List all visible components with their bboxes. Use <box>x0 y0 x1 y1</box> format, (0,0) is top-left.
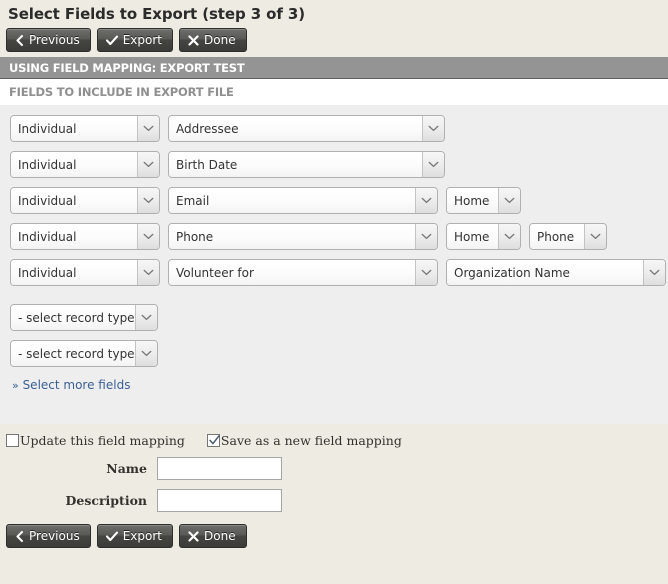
export-button-top[interactable]: Export <box>97 28 173 52</box>
chevron-down-icon <box>643 260 665 285</box>
chevron-down-icon <box>415 188 437 213</box>
done-button-bottom[interactable]: Done <box>179 524 247 548</box>
done-button-top[interactable]: Done <box>179 28 247 52</box>
chevron-down-icon <box>137 224 159 249</box>
field-select-5[interactable]: Volunteer for <box>168 259 438 286</box>
select-more-fields-label: Select more fields <box>23 378 131 392</box>
close-x-icon <box>188 35 199 46</box>
previous-button-top[interactable]: Previous <box>6 28 91 52</box>
chevron-left-icon <box>15 35 24 46</box>
field-select-1[interactable]: Addressee <box>168 115 445 142</box>
fields-include-header: FIELDS TO INCLUDE IN EXPORT FILE <box>0 79 668 105</box>
record-type-select-3[interactable]: Individual <box>10 187 160 214</box>
record-type-select-7[interactable]: - select record type - <box>10 340 158 367</box>
field-value-1: Addressee <box>169 116 422 141</box>
chevron-down-icon <box>422 116 444 141</box>
checkmark-icon <box>208 434 221 447</box>
export-button-label: Export <box>123 530 162 542</box>
save-new-field-mapping-checkbox[interactable] <box>207 434 220 447</box>
field-value-4: Phone <box>169 224 415 249</box>
record-type-select-6[interactable]: - select record type - <box>10 304 158 331</box>
previous-button-label: Previous <box>29 34 80 46</box>
field-subtype2-select-4[interactable]: Phone <box>529 223 607 250</box>
export-button-label: Export <box>123 34 162 46</box>
field-value-5: Volunteer for <box>169 260 415 285</box>
field-select-3[interactable]: Email <box>168 187 438 214</box>
record-type-value-1: Individual <box>11 116 137 141</box>
field-value-3: Email <box>169 188 415 213</box>
description-label: Description <box>0 493 157 508</box>
export-button-bottom[interactable]: Export <box>97 524 173 548</box>
update-field-mapping-checkbox[interactable] <box>6 434 19 447</box>
record-type-select-2[interactable]: Individual <box>10 151 160 178</box>
double-chevron-right-icon: » <box>12 379 19 392</box>
done-button-label: Done <box>204 530 236 542</box>
record-type-value-2: Individual <box>11 152 137 177</box>
chevron-down-icon <box>135 341 157 366</box>
chevron-down-icon <box>415 224 437 249</box>
field-mapping-header: USING FIELD MAPPING: EXPORT TEST <box>0 57 668 79</box>
row-spacer <box>0 295 668 304</box>
description-row: Description <box>0 489 668 512</box>
done-button-label: Done <box>204 34 236 46</box>
field-subtype-select-5[interactable]: Organization Name <box>446 259 666 286</box>
field-select-4[interactable]: Phone <box>168 223 438 250</box>
previous-button-bottom[interactable]: Previous <box>6 524 91 548</box>
field-subtype2-value-4: Phone <box>530 224 584 249</box>
chevron-down-icon <box>135 305 157 330</box>
page-title: Select Fields to Export (step 3 of 3) <box>0 0 668 24</box>
record-type-value-4: Individual <box>11 224 137 249</box>
previous-button-label: Previous <box>29 530 80 542</box>
record-type-value-6: - select record type - <box>11 305 135 330</box>
record-type-select-4[interactable]: Individual <box>10 223 160 250</box>
field-subtype-value-4: Home <box>447 224 498 249</box>
record-type-value-7: - select record type - <box>11 341 135 366</box>
record-type-select-1[interactable]: Individual <box>10 115 160 142</box>
field-row: Individual Volunteer for Organization Na… <box>0 259 668 286</box>
field-value-2: Birth Date <box>169 152 422 177</box>
chevron-down-icon <box>137 152 159 177</box>
chevron-down-icon <box>498 224 520 249</box>
check-icon <box>106 35 118 46</box>
field-subtype-value-3: Home <box>447 188 498 213</box>
fields-panel: Individual Addressee Individual Birth Da… <box>0 105 668 424</box>
chevron-down-icon <box>137 116 159 141</box>
name-input[interactable] <box>157 457 282 480</box>
chevron-down-icon <box>498 188 520 213</box>
field-row: Individual Phone Home Phone <box>0 223 668 250</box>
mapping-checkbox-row: Update this field mapping Save as a new … <box>0 433 668 448</box>
chevron-down-icon <box>584 224 606 249</box>
record-type-value-3: Individual <box>11 188 137 213</box>
field-row: Individual Email Home <box>0 187 668 214</box>
name-row: Name <box>0 457 668 480</box>
description-input[interactable] <box>157 489 282 512</box>
field-row: Individual Birth Date <box>0 151 668 178</box>
chevron-down-icon <box>137 188 159 213</box>
empty-field-row: - select record type - <box>0 340 668 367</box>
field-subtype-value-5: Organization Name <box>447 260 643 285</box>
save-new-field-mapping-label: Save as a new field mapping <box>221 433 402 448</box>
chevron-down-icon <box>137 260 159 285</box>
select-more-fields-link[interactable]: » Select more fields <box>0 376 668 392</box>
close-x-icon <box>188 531 199 542</box>
record-type-select-5[interactable]: Individual <box>10 259 160 286</box>
empty-field-row: - select record type - <box>0 304 668 331</box>
save-mapping-panel: Update this field mapping Save as a new … <box>0 424 668 548</box>
update-field-mapping-label: Update this field mapping <box>20 433 185 448</box>
chevron-down-icon <box>422 152 444 177</box>
chevron-left-icon <box>15 531 24 542</box>
chevron-down-icon <box>415 260 437 285</box>
check-icon <box>106 531 118 542</box>
record-type-value-5: Individual <box>11 260 137 285</box>
field-row: Individual Addressee <box>0 115 668 142</box>
field-subtype-select-3[interactable]: Home <box>446 187 521 214</box>
bottom-button-bar: Previous Export Done <box>0 512 668 548</box>
top-button-bar: Previous Export Done <box>0 24 668 52</box>
name-label: Name <box>0 461 157 476</box>
field-subtype-select-4[interactable]: Home <box>446 223 521 250</box>
field-select-2[interactable]: Birth Date <box>168 151 445 178</box>
